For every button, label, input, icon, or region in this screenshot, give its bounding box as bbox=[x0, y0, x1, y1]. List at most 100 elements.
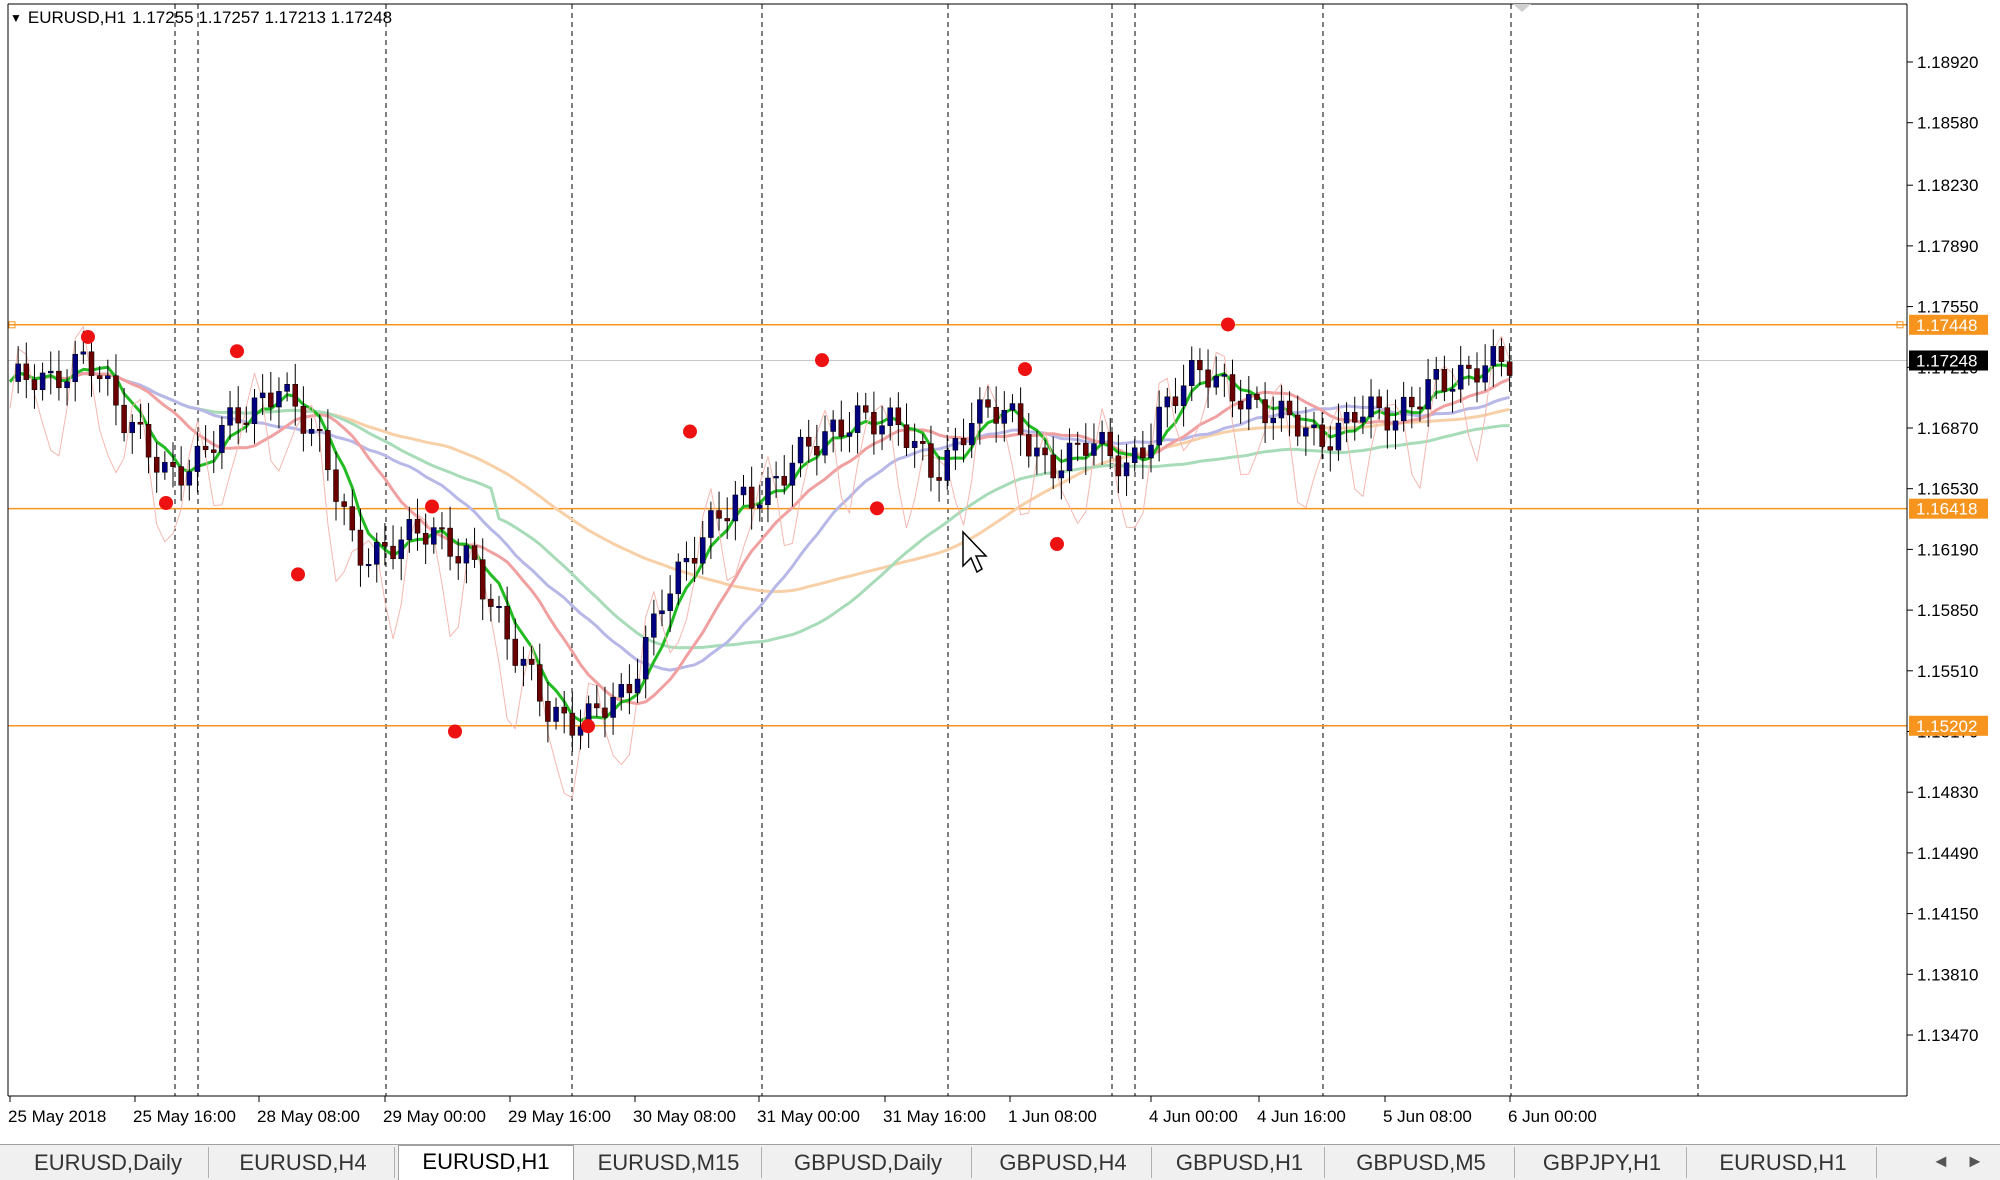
price-tick-label: 1.18920 bbox=[1917, 53, 1978, 72]
price-level-label: 1.15202 bbox=[1916, 717, 1977, 736]
candle-body bbox=[1246, 393, 1252, 410]
candle-body bbox=[162, 462, 168, 473]
swing-point-marker bbox=[581, 719, 595, 734]
candle-body bbox=[1107, 431, 1113, 457]
candle-body bbox=[642, 637, 649, 680]
candle-body bbox=[137, 421, 144, 425]
tab-gbpjpy-h1[interactable]: GBPJPY,H1 bbox=[1518, 1147, 1687, 1178]
candle-body bbox=[479, 559, 486, 600]
candle-body bbox=[569, 712, 576, 736]
candle-body bbox=[308, 428, 315, 434]
candle-body bbox=[561, 706, 567, 714]
candle-body bbox=[1074, 442, 1081, 445]
candle-body bbox=[1433, 369, 1439, 380]
candle-body bbox=[610, 696, 616, 718]
candle-body bbox=[1229, 374, 1236, 402]
tab-gbpusd-h1[interactable]: GBPUSD,H1 bbox=[1155, 1147, 1325, 1178]
candle-body bbox=[1311, 424, 1317, 429]
tab-gbpusd-m5[interactable]: GBPUSD,M5 bbox=[1328, 1147, 1515, 1178]
swing-point-marker bbox=[1018, 362, 1032, 377]
candle-body bbox=[1066, 442, 1073, 471]
candle-body bbox=[1294, 414, 1301, 437]
price-level-label: 1.17448 bbox=[1916, 316, 1977, 335]
chart-tab-bar: ◄ ► EURUSD,Daily EURUSD,H4 EURUSD,H1 EURUSD… bbox=[0, 1144, 2000, 1180]
candle-body bbox=[985, 399, 991, 408]
price-tick-label: 1.13470 bbox=[1917, 1026, 1978, 1045]
candle-body bbox=[1482, 365, 1488, 383]
candle-body bbox=[634, 678, 641, 694]
time-tick-label: 4 Jun 00:00 bbox=[1149, 1107, 1238, 1126]
swing-point-marker bbox=[815, 353, 829, 368]
candle-body bbox=[1409, 396, 1415, 408]
candle-body bbox=[1099, 431, 1105, 444]
candle-body bbox=[618, 684, 624, 698]
tab-eurusd-h4[interactable]: EURUSD,H4 bbox=[212, 1147, 395, 1178]
candle-body bbox=[977, 399, 983, 424]
candle-body bbox=[528, 658, 535, 665]
tab-eurusd-h1[interactable]: EURUSD,H1 bbox=[1690, 1147, 1877, 1178]
price-tick-label: 1.14150 bbox=[1917, 905, 1978, 924]
horizontal-levels[interactable] bbox=[8, 321, 1907, 727]
price-chart[interactable]: 1.18920 1.18580 1.18230 1.17890 1.17550 1.172… bbox=[0, 0, 2000, 1144]
candle-body bbox=[1498, 346, 1505, 362]
time-tick-label: 4 Jun 16:00 bbox=[1257, 1107, 1346, 1126]
swing-point-markers bbox=[81, 317, 1235, 739]
candle-body bbox=[789, 462, 796, 486]
candle-body bbox=[488, 598, 494, 607]
candle-body bbox=[708, 510, 714, 538]
candle-body bbox=[15, 363, 21, 382]
candle-body bbox=[659, 610, 665, 615]
candle-body bbox=[903, 424, 910, 448]
tab-eurusd-h1[interactable]: EURUSD,H1 bbox=[398, 1145, 574, 1180]
tab-eurusd-daily[interactable]: EURUSD,Daily bbox=[8, 1147, 209, 1178]
candle-body bbox=[797, 436, 804, 464]
candle-body bbox=[1319, 424, 1325, 447]
candle-body bbox=[72, 353, 78, 383]
tab-gbpusd-h4[interactable]: GBPUSD,H4 bbox=[975, 1147, 1152, 1178]
candle-body bbox=[23, 363, 30, 380]
candle-body bbox=[496, 605, 502, 608]
candle-body bbox=[626, 684, 633, 694]
candle-body bbox=[292, 384, 298, 407]
tab-gbpusd-daily[interactable]: GBPUSD,Daily bbox=[765, 1147, 972, 1178]
candle-body bbox=[88, 351, 95, 376]
candle-body bbox=[1352, 412, 1358, 423]
candle-body bbox=[1091, 443, 1097, 456]
candle-body bbox=[732, 494, 739, 522]
candle-body bbox=[1490, 346, 1497, 366]
swing-point-marker bbox=[159, 495, 173, 510]
candle-body bbox=[830, 419, 836, 432]
tab-eurusd-m15[interactable]: EURUSD,M15 bbox=[576, 1147, 762, 1178]
price-tick-label: 1.16190 bbox=[1917, 540, 1978, 559]
candle-body bbox=[1050, 454, 1056, 479]
candle-body bbox=[398, 539, 404, 560]
time-tick-label: 25 May 16:00 bbox=[133, 1107, 236, 1126]
candle-body bbox=[504, 605, 510, 640]
price-tick-label: 1.14490 bbox=[1917, 844, 1978, 863]
chart-shift-marker-icon[interactable] bbox=[1513, 4, 1531, 12]
tab-scroll-left-icon[interactable]: ◄ bbox=[1932, 1151, 1950, 1172]
candle-body bbox=[170, 462, 176, 467]
candle-body bbox=[781, 476, 787, 486]
price-tick-label: 1.16870 bbox=[1917, 419, 1978, 438]
candle-body bbox=[1417, 406, 1423, 410]
price-tick-label: 1.15850 bbox=[1917, 601, 1978, 620]
candle-body bbox=[390, 545, 396, 560]
candle-body bbox=[382, 542, 388, 547]
candle-body bbox=[1034, 447, 1040, 457]
candle-body bbox=[1131, 447, 1138, 463]
candle-body bbox=[1026, 434, 1032, 457]
candle-body bbox=[243, 422, 250, 425]
candle-body bbox=[1303, 427, 1309, 437]
candle-body bbox=[422, 532, 429, 545]
candle-body bbox=[121, 404, 127, 434]
candle-body bbox=[1278, 400, 1285, 419]
time-tick-label: 5 Jun 08:00 bbox=[1383, 1107, 1472, 1126]
candle-body bbox=[748, 486, 755, 509]
candle-body bbox=[1123, 462, 1130, 477]
tab-scroll-right-icon[interactable]: ► bbox=[1966, 1151, 1984, 1172]
collapse-triangle-icon[interactable]: ▼ bbox=[10, 11, 22, 25]
time-tick-label: 31 May 00:00 bbox=[757, 1107, 860, 1126]
candle-body bbox=[805, 436, 812, 447]
candle-body bbox=[113, 375, 119, 406]
